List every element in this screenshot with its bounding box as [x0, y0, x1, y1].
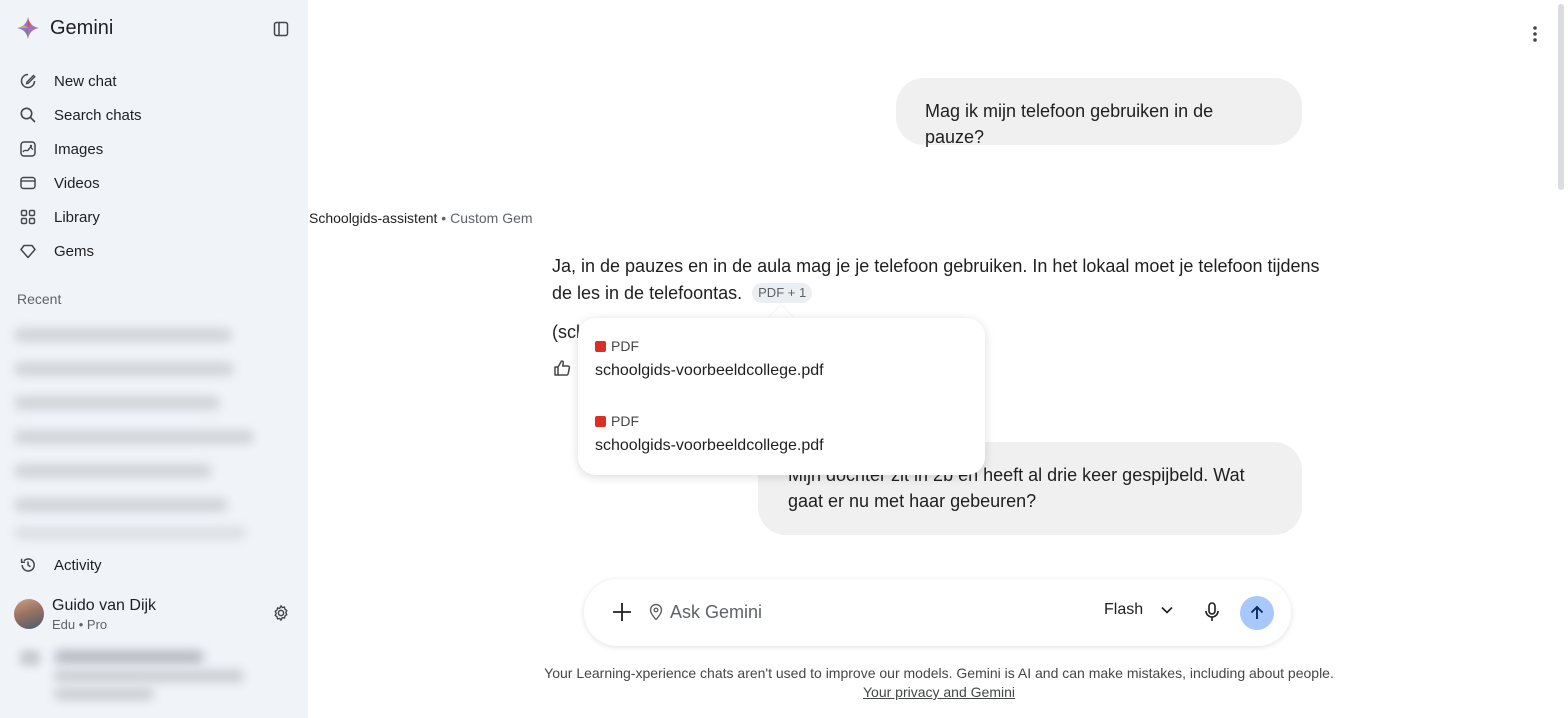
sidebar-activity: Activity [0, 548, 308, 582]
disclaimer-text: Your Learning-xperience chats aren't use… [544, 665, 1334, 681]
sidebar-item-videos[interactable]: Videos [0, 166, 308, 200]
model-selector[interactable]: Flash [1104, 601, 1173, 619]
sidebar-toggle-icon [273, 21, 289, 37]
scrollbar-thumb[interactable] [1558, 4, 1564, 190]
sidebar-item-activity[interactable]: Activity [0, 548, 308, 582]
videos-icon [18, 173, 38, 193]
response-text-partial: (scl [552, 322, 580, 342]
gemini-logo-icon [17, 17, 39, 39]
plus-icon [613, 603, 631, 621]
sidebar-toggle-button[interactable] [270, 18, 292, 40]
scrollbar[interactable] [1556, 0, 1568, 718]
recent-chat-item[interactable] [14, 386, 254, 420]
gem-header: Schoolgids-assistent • Custom Gem [309, 210, 533, 226]
recent-chats-list [14, 318, 254, 544]
gem-type: Custom Gem [450, 210, 533, 226]
user-account[interactable]: Guido van Dijk Edu • Pro [14, 594, 304, 634]
search-icon [18, 105, 38, 125]
sidebar: Gemini New chat Search chats Images Vide… [0, 0, 308, 718]
user-name: Guido van Dijk [52, 596, 157, 614]
sidebar-item-label: Library [54, 208, 100, 226]
sources-popup: PDF schoolgids-voorbeeldcollege.pdf PDF … [578, 318, 985, 475]
model-name: Flash [1104, 601, 1144, 618]
more-options-button[interactable] [1524, 22, 1546, 46]
images-icon [18, 139, 38, 159]
gear-icon [274, 605, 288, 621]
user-message: Mag ik mijn telefoon gebruiken in de pau… [896, 78, 1302, 147]
privacy-link[interactable]: Your privacy and Gemini [863, 684, 1015, 700]
source-type-label: PDF [611, 338, 639, 354]
sidebar-item-label: Search chats [54, 106, 142, 124]
source-item[interactable]: PDF schoolgids-voorbeeldcollege.pdf [595, 413, 824, 455]
pdf-icon [595, 415, 606, 427]
sidebar-item-library[interactable]: Library [0, 200, 308, 234]
recent-chat-item[interactable] [14, 420, 254, 454]
library-icon [18, 207, 38, 227]
sidebar-item-label: Activity [54, 556, 102, 574]
source-type: PDF [595, 338, 824, 354]
sidebar-item-label: Gems [54, 242, 95, 260]
microphone-button[interactable] [1202, 601, 1222, 623]
settings-button[interactable] [270, 602, 292, 624]
model-response: Ja, in de pauzes en in de aula mag je je… [552, 253, 1322, 307]
recent-chat-item[interactable] [14, 454, 254, 488]
more-vert-icon [1533, 26, 1537, 42]
recent-chat-item[interactable] [14, 488, 254, 522]
brand[interactable]: Gemini [16, 16, 113, 40]
gem-separator: • [437, 210, 451, 226]
sidebar-nav: New chat Search chats Images Videos Libr… [0, 64, 308, 268]
sidebar-item-new-chat[interactable]: New chat [0, 64, 308, 98]
sidebar-item-label: Images [54, 140, 104, 158]
response-text: Ja, in de pauzes en in de aula mag je je… [552, 256, 1320, 303]
source-filename: schoolgids-voorbeeldcollege.pdf [595, 362, 824, 379]
disclaimer: Your Learning-xperience chats aren't use… [309, 664, 1568, 702]
history-icon [18, 555, 38, 575]
gems-icon [18, 241, 38, 261]
prompt-input[interactable] [670, 597, 1070, 627]
arrow-up-icon [1250, 605, 1264, 619]
add-attachment-button[interactable] [610, 600, 634, 624]
brand-name: Gemini [50, 16, 114, 39]
recent-heading: Recent [17, 291, 62, 307]
recent-chat-item[interactable] [14, 352, 254, 386]
thumbs-up-button[interactable] [552, 358, 574, 380]
chevron-down-icon [1161, 606, 1173, 614]
sidebar-item-label: Videos [54, 174, 100, 192]
prompt-composer: Flash [584, 579, 1291, 646]
recent-chat-item[interactable] [14, 318, 254, 352]
sidebar-item-images[interactable]: Images [0, 132, 308, 166]
source-type-label: PDF [611, 413, 639, 429]
send-button[interactable] [1240, 596, 1274, 630]
recent-chat-item[interactable] [14, 522, 254, 544]
source-type: PDF [595, 413, 824, 429]
user-info: Guido van Dijk Edu • Pro [52, 597, 156, 632]
sidebar-item-search-chats[interactable]: Search chats [0, 98, 308, 132]
gem-name: Schoolgids-assistent [309, 210, 438, 226]
user-plan: Edu • Pro [52, 616, 108, 632]
popup-arrow [768, 305, 794, 319]
blurred-promo [14, 644, 264, 704]
location-icon [648, 603, 664, 621]
microphone-icon [1205, 602, 1219, 621]
citation-chip[interactable]: PDF + 1 [752, 283, 813, 303]
avatar [14, 599, 44, 629]
pdf-icon [595, 340, 606, 352]
source-filename: schoolgids-voorbeeldcollege.pdf [595, 437, 824, 454]
new-chat-icon [18, 71, 38, 91]
sidebar-item-label: New chat [54, 72, 117, 90]
source-item[interactable]: PDF schoolgids-voorbeeldcollege.pdf [595, 338, 824, 380]
thumbs-up-icon [554, 360, 571, 376]
sidebar-item-gems[interactable]: Gems [0, 234, 308, 268]
